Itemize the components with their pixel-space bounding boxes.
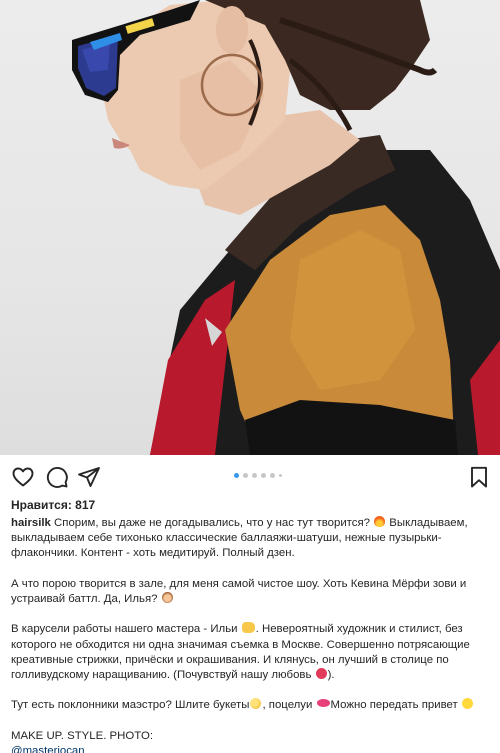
share-button[interactable] xyxy=(77,465,101,489)
speech-bubble-icon xyxy=(45,465,69,489)
carousel-dot xyxy=(243,473,248,478)
carousel-dot xyxy=(279,474,282,477)
post-action-bar xyxy=(0,455,500,497)
post-photo[interactable] xyxy=(0,0,500,455)
carousel-dot xyxy=(270,473,275,478)
likes-count[interactable]: Нравится: 817 xyxy=(11,498,95,512)
carousel-indicator xyxy=(234,473,282,478)
caption-text: Можно передать привет xyxy=(330,699,461,712)
comment-button[interactable] xyxy=(45,465,69,489)
like-button[interactable] xyxy=(11,465,35,489)
caption-credits: MAKE UP. STYLE. PHOTO: xyxy=(11,729,154,742)
carousel-dot-active xyxy=(234,473,239,478)
save-button[interactable] xyxy=(467,465,491,489)
heart-outline-icon xyxy=(11,465,35,489)
pointing-hand-emoji-icon xyxy=(241,622,255,634)
mention-link[interactable]: @masteriocan xyxy=(11,744,493,753)
smile-emoji-icon xyxy=(461,698,473,710)
bookmark-icon xyxy=(467,465,491,489)
post-caption: hairsilk Спорим, вы даже не догадывались… xyxy=(11,516,493,753)
carousel-dot xyxy=(252,473,257,478)
paper-plane-icon xyxy=(77,465,101,489)
heart-hands-emoji-icon xyxy=(315,668,327,679)
author-username[interactable]: hairsilk xyxy=(11,517,51,529)
kiss-lips-emoji-icon xyxy=(316,699,330,708)
caption-text: А что порою творится в зале, для меня са… xyxy=(11,577,467,605)
bouquet-emoji-icon xyxy=(250,698,262,710)
fire-emoji-icon xyxy=(374,516,386,527)
carousel-dot xyxy=(261,473,266,478)
caption-text: Спорим, вы даже не догадывались, что у н… xyxy=(50,517,374,529)
caption-text: ). xyxy=(327,669,335,681)
caption-text: Тут есть поклонники маэстро? Шлите букет… xyxy=(11,699,250,712)
caption-text: , поцелуи xyxy=(262,699,316,712)
see-no-evil-monkey-emoji-icon xyxy=(161,592,173,603)
caption-text: В карусели работы нашего мастера - Ильи xyxy=(11,623,241,636)
post-photo-illustration xyxy=(72,0,500,455)
